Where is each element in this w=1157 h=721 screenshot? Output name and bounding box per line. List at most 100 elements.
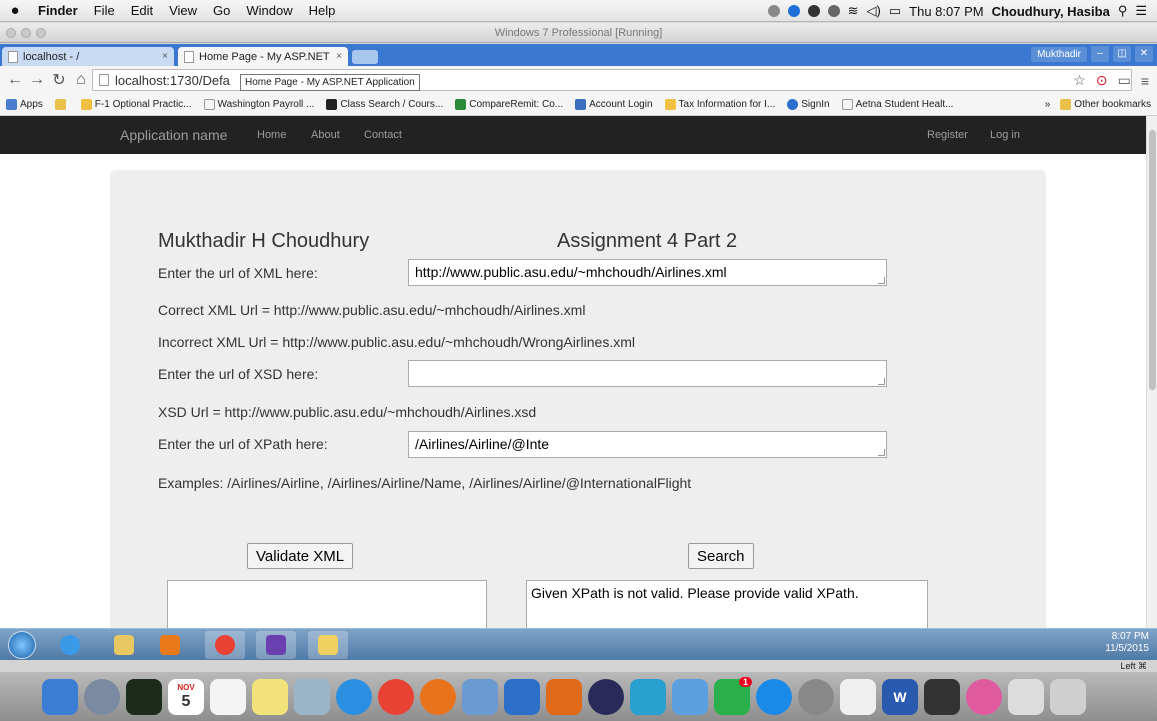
downloads-icon[interactable] (1008, 678, 1044, 715)
close-icon[interactable]: × (336, 51, 342, 62)
xpath-input[interactable]: /Airlines/Airline/@Inte (408, 431, 887, 458)
validation-output[interactable] (167, 580, 487, 628)
safari-icon[interactable] (336, 678, 372, 715)
bookmark-item[interactable]: SignIn (781, 99, 835, 110)
finder-icon[interactable] (42, 678, 78, 715)
virtualbox-vm-icon[interactable] (924, 678, 960, 715)
eclipse-icon[interactable] (588, 678, 624, 715)
search-output[interactable]: Given XPath is not valid. Please provide… (526, 580, 928, 628)
bookmark-item[interactable]: Class Search / Cours... (320, 99, 449, 110)
menu-finder[interactable]: Finder (30, 3, 86, 18)
nav-register[interactable]: Register (927, 129, 968, 141)
menu-view[interactable]: View (161, 3, 205, 18)
new-tab-button[interactable] (352, 50, 378, 64)
bookmark-item[interactable]: CompareRemit: Co... (449, 99, 569, 110)
wifi-icon[interactable]: ≋ (848, 3, 859, 19)
facetime-icon[interactable]: 1 (714, 676, 752, 715)
launchpad-icon[interactable] (84, 678, 120, 715)
activity-monitor-icon[interactable] (126, 678, 162, 715)
xml-url-input[interactable]: http://www.public.asu.edu/~mhchoudh/Airl… (408, 259, 887, 286)
cast-icon[interactable]: ▭ (1118, 72, 1131, 89)
close-icon[interactable] (6, 28, 16, 38)
explorer-icon[interactable] (104, 631, 144, 659)
close-icon[interactable]: ✕ (1135, 46, 1153, 62)
firefox-icon[interactable] (420, 678, 456, 715)
taskbar-time[interactable]: 8:07 PM (1112, 631, 1149, 642)
chrome-icon[interactable] (205, 631, 245, 659)
taskbar-date[interactable]: 11/5/2015 (1105, 643, 1149, 654)
bookmark-apps[interactable]: Apps (0, 99, 49, 110)
back-icon[interactable]: ← (4, 71, 26, 89)
nav-home[interactable]: Home (257, 129, 286, 141)
menu-go[interactable]: Go (205, 3, 238, 18)
xsd-url-input[interactable] (408, 360, 887, 387)
status-icon[interactable] (787, 5, 800, 17)
nav-login[interactable]: Log in (990, 129, 1020, 141)
word-icon[interactable]: W (882, 678, 918, 715)
media-player-icon[interactable] (150, 631, 190, 659)
nav-about[interactable]: About (311, 129, 340, 141)
page-scrollbar[interactable] (1146, 116, 1157, 628)
status-icon[interactable] (767, 5, 780, 17)
menu-icon[interactable]: ≡ (1141, 73, 1149, 89)
app-icon[interactable] (672, 678, 708, 715)
scrollbar-thumb[interactable] (1149, 130, 1156, 390)
calendar-icon[interactable]: NOV 5 (168, 678, 204, 715)
site-brand[interactable]: Application name (120, 127, 227, 143)
system-preferences-icon[interactable] (798, 678, 834, 715)
bookmark-item[interactable]: Account Login (569, 99, 658, 110)
search-button[interactable]: Search (688, 543, 754, 569)
menu-edit[interactable]: Edit (123, 3, 161, 18)
volume-icon[interactable]: ◁) (867, 3, 881, 19)
forward-icon[interactable]: → (26, 71, 48, 89)
visual-studio-icon[interactable] (256, 631, 296, 659)
validate-xml-button[interactable]: Validate XML (247, 543, 354, 569)
app-icon[interactable] (546, 678, 582, 715)
ie-icon[interactable] (50, 631, 90, 659)
bookmark-item[interactable]: Aetna Student Healt... (836, 99, 960, 110)
status-icon[interactable] (827, 5, 840, 17)
close-icon[interactable]: × (162, 51, 168, 62)
textedit-icon[interactable] (840, 678, 876, 715)
bookmark-folder[interactable] (49, 99, 75, 110)
zoom-icon[interactable] (36, 28, 46, 38)
notification-center-icon[interactable]: ☰ (1135, 3, 1147, 19)
chrome-icon[interactable] (378, 678, 414, 715)
reminders-icon[interactable] (210, 678, 246, 715)
bookmark-item[interactable]: F-1 Optional Practic... (75, 99, 198, 110)
notes-icon[interactable] (252, 678, 288, 715)
profile-button[interactable]: Mukthadir (1031, 46, 1087, 62)
bookmark-item[interactable]: Tax Information for I... (659, 99, 782, 110)
apple-icon[interactable]: ● (0, 2, 30, 19)
app-store-icon[interactable] (756, 678, 792, 715)
preview-icon[interactable] (294, 678, 330, 715)
status-icon[interactable] (807, 5, 820, 17)
tab-localhost[interactable]: localhost - / × (2, 47, 174, 66)
clock[interactable]: Thu 8:07 PM (909, 4, 983, 19)
user-name[interactable]: Choudhury, Hasiba (992, 4, 1110, 19)
itunes-icon[interactable] (966, 678, 1002, 715)
app-icon[interactable] (630, 678, 666, 715)
extension-icon[interactable]: ⊙ (1096, 72, 1108, 89)
trash-icon[interactable] (1050, 678, 1086, 715)
star-icon[interactable]: ☆ (1073, 72, 1086, 89)
explorer-icon[interactable] (308, 631, 348, 659)
overflow-chevron[interactable]: » (1045, 99, 1051, 110)
menu-window[interactable]: Window (238, 3, 300, 18)
spotlight-icon[interactable]: ⚲ (1118, 3, 1128, 19)
menu-file[interactable]: File (86, 3, 123, 18)
minimize-icon[interactable]: – (1091, 46, 1109, 62)
restore-icon[interactable]: ◫ (1113, 46, 1131, 62)
start-button[interactable] (8, 631, 36, 659)
minimize-icon[interactable] (21, 28, 31, 38)
app-icon[interactable] (462, 678, 498, 715)
nav-contact[interactable]: Contact (364, 129, 402, 141)
tab-home-page[interactable]: Home Page - My ASP.NET × (178, 47, 348, 66)
bookmark-item[interactable]: Washington Payroll ... (198, 99, 321, 110)
battery-icon[interactable]: ▭ (889, 3, 901, 19)
bookmark-other[interactable]: » Other bookmarks (1045, 99, 1151, 110)
reload-icon[interactable]: ↻ (48, 70, 70, 90)
home-icon[interactable]: ⌂ (70, 71, 92, 89)
intellij-icon[interactable] (504, 678, 540, 715)
menu-help[interactable]: Help (301, 3, 344, 18)
